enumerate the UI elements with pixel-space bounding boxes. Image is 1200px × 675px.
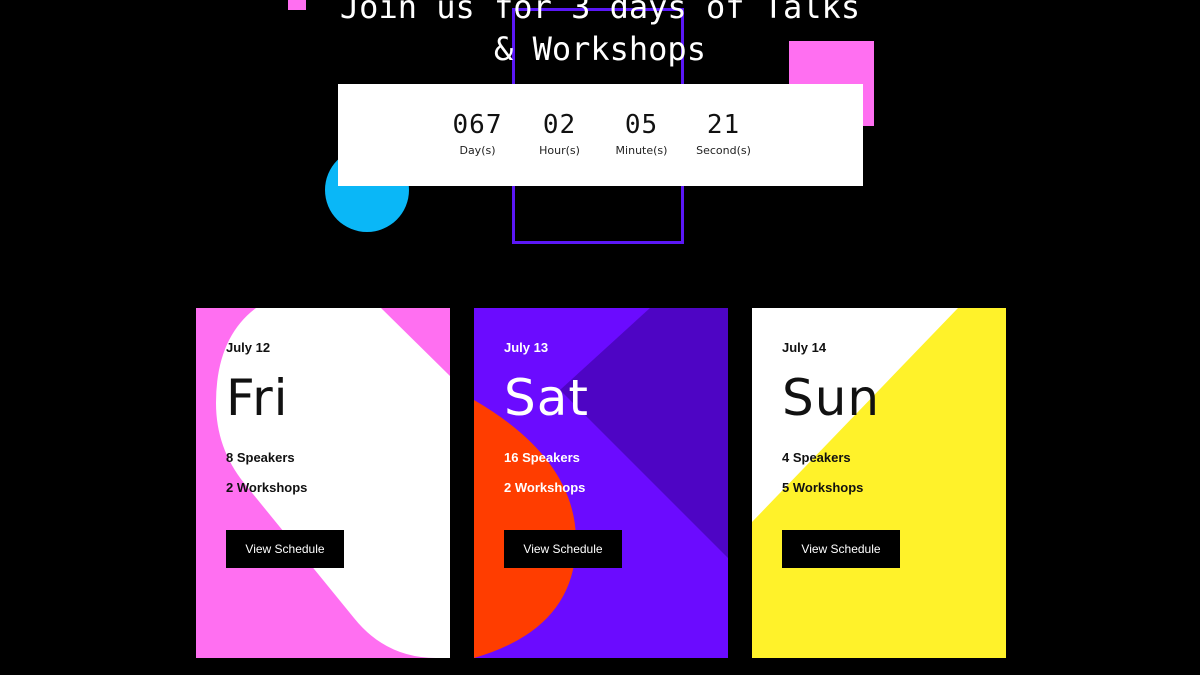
card-saturday-workshops: 2 Workshops xyxy=(504,480,586,495)
view-schedule-button-sunday[interactable]: View Schedule xyxy=(782,530,900,568)
countdown-days-label: Day(s) xyxy=(459,144,496,157)
countdown-hours-value: 02 xyxy=(542,110,577,140)
countdown-timer: 067 Day(s) 02 Hour(s) 05 Minute(s) 21 Se… xyxy=(338,84,863,186)
day-card-friday: July 12 Fri 8 Speakers 2 Workshops View … xyxy=(196,308,450,658)
countdown-hours: 02 Hour(s) xyxy=(519,110,601,158)
view-schedule-button-saturday[interactable]: View Schedule xyxy=(504,530,622,568)
card-sunday-date: July 14 xyxy=(782,340,827,355)
countdown-days-value: 067 xyxy=(452,110,503,140)
countdown-seconds: 21 Second(s) xyxy=(683,110,765,158)
card-saturday-day: Sat xyxy=(504,369,589,427)
hero-headline-line-2: & Workshops xyxy=(494,30,706,68)
card-friday-date: July 12 xyxy=(226,340,271,355)
card-friday-day: Fri xyxy=(226,369,289,427)
card-friday-speakers: 8 Speakers xyxy=(226,450,295,465)
countdown-hours-label: Hour(s) xyxy=(539,144,580,157)
countdown-seconds-value: 21 xyxy=(706,110,741,140)
card-saturday-date: July 13 xyxy=(504,340,549,355)
day-card-sunday: July 14 Sun 4 Speakers 5 Workshops View … xyxy=(752,308,1006,658)
card-friday-workshops: 2 Workshops xyxy=(226,480,308,495)
hero-headline: Join us for 3 days of Talks & Workshops xyxy=(300,0,900,70)
card-saturday-speakers: 16 Speakers xyxy=(504,450,580,465)
card-sunday-speakers: 4 Speakers xyxy=(782,450,851,465)
countdown-minutes-label: Minute(s) xyxy=(615,144,668,157)
card-sunday-workshops: 5 Workshops xyxy=(782,480,864,495)
view-schedule-button-friday[interactable]: View Schedule xyxy=(226,530,344,568)
countdown-minutes-value: 05 xyxy=(624,110,659,140)
countdown-minutes: 05 Minute(s) xyxy=(601,110,683,158)
countdown-days: 067 Day(s) xyxy=(437,110,519,158)
day-card-saturday: July 13 Sat 16 Speakers 2 Workshops View… xyxy=(474,308,728,658)
countdown-seconds-label: Second(s) xyxy=(696,144,751,157)
hero-headline-line-1: Join us for 3 days of Talks xyxy=(339,0,861,26)
card-sunday-day: Sun xyxy=(782,369,881,427)
